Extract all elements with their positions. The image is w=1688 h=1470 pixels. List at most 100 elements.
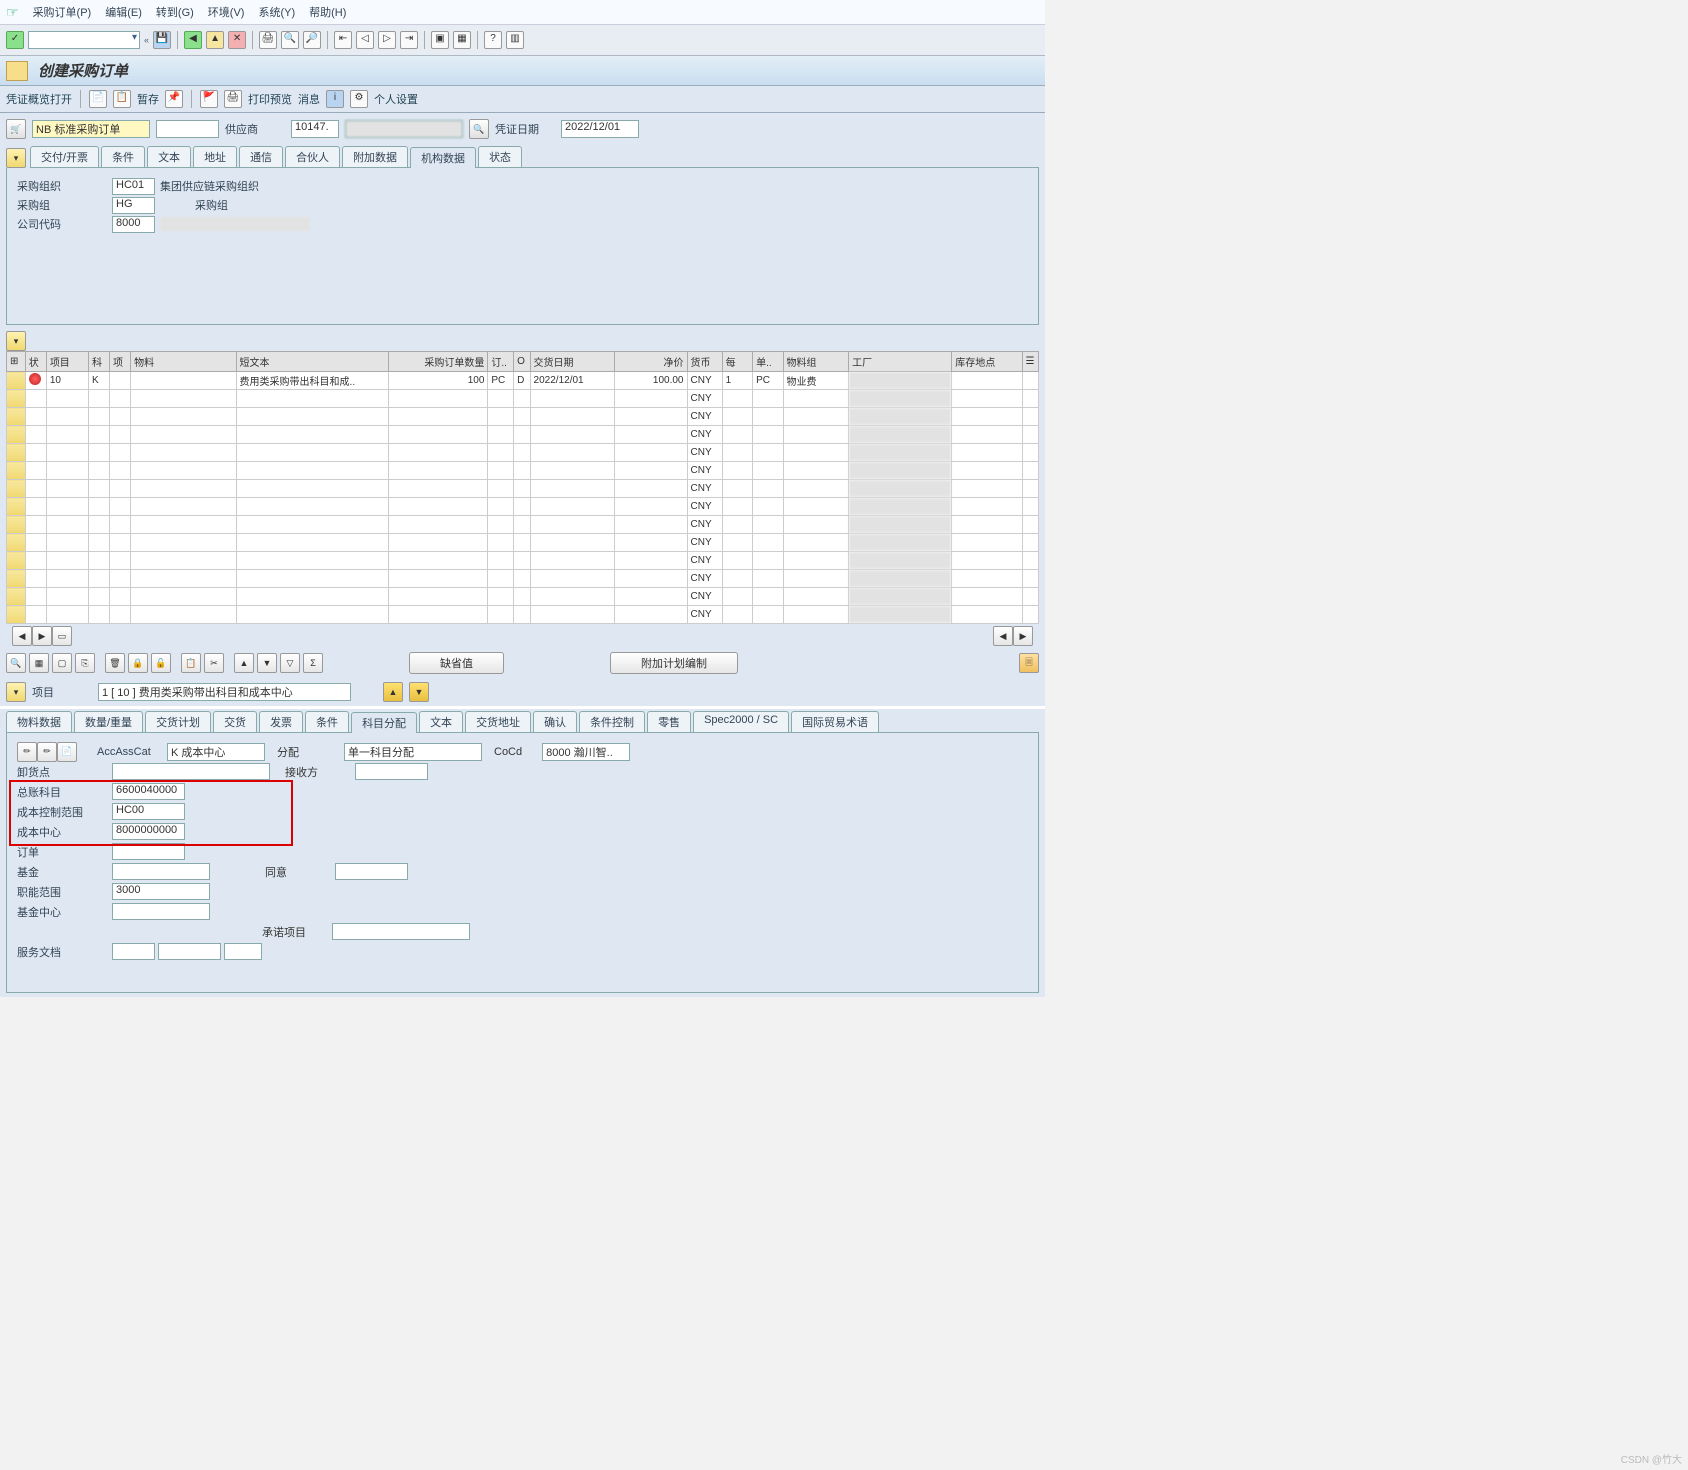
- tab-texts[interactable]: 文本: [147, 146, 191, 167]
- collapse-items-icon[interactable]: ▾: [6, 331, 26, 351]
- func-area-field[interactable]: 3000: [112, 883, 210, 900]
- detail-tab[interactable]: 确认: [533, 711, 577, 732]
- col-select[interactable]: ⊞: [7, 352, 26, 372]
- scroll-home-icon[interactable]: ▭: [52, 626, 72, 646]
- print-preview-icon[interactable]: 🖨: [224, 90, 242, 108]
- sum-icon[interactable]: Σ: [303, 653, 323, 673]
- menu-item[interactable]: 系统(Y): [258, 4, 295, 20]
- agree-field[interactable]: [335, 863, 408, 880]
- messages-button[interactable]: 消息: [298, 91, 320, 107]
- addl-planning-button[interactable]: 附加计划编制: [610, 652, 738, 674]
- table-row[interactable]: CNY: [7, 570, 1039, 588]
- check-icon[interactable]: 🚩: [200, 90, 218, 108]
- cut-icon[interactable]: ✂: [204, 653, 224, 673]
- table-row[interactable]: CNY: [7, 408, 1039, 426]
- distribution-select[interactable]: 单一科目分配: [344, 743, 482, 761]
- item-grid[interactable]: ⊞ 状 项目 科 项 物料 短文本 采购订单数量 订.. O 交货日期 净价 货…: [6, 351, 1039, 624]
- detail-tab[interactable]: 科目分配: [351, 712, 417, 733]
- cocd-select[interactable]: 8000 瀚川智..: [542, 743, 630, 761]
- edit-icon[interactable]: ✏: [17, 742, 37, 762]
- find-next-icon[interactable]: 🔎: [303, 31, 321, 49]
- help-icon[interactable]: ?: [484, 31, 502, 49]
- services-icon[interactable]: 🗏: [1019, 653, 1039, 673]
- new-session-icon[interactable]: ▣: [431, 31, 449, 49]
- personal-settings-button[interactable]: 个人设置: [374, 91, 418, 107]
- scroll-left-icon[interactable]: ◀: [12, 626, 32, 646]
- col-storloc[interactable]: 库存地点: [952, 352, 1022, 372]
- col-per[interactable]: 每: [722, 352, 752, 372]
- fund-field[interactable]: [112, 863, 210, 880]
- tab-conditions[interactable]: 条件: [101, 146, 145, 167]
- info-icon[interactable]: i: [326, 90, 344, 108]
- tab-additional-data[interactable]: 附加数据: [342, 146, 408, 167]
- detail-tab[interactable]: 数量/重量: [74, 711, 143, 732]
- item-next-icon[interactable]: ▼: [409, 682, 429, 702]
- col-o[interactable]: O: [514, 352, 530, 372]
- doc-date-field[interactable]: 2022/12/01: [561, 120, 639, 138]
- col-itemcat[interactable]: 项: [110, 352, 131, 372]
- save-icon[interactable]: 💾: [153, 31, 171, 49]
- tab-address[interactable]: 地址: [193, 146, 237, 167]
- accasscat-select[interactable]: K 成本中心: [167, 743, 265, 761]
- print-preview-button[interactable]: 打印预览: [248, 91, 292, 107]
- layout-icon[interactable]: ▥: [506, 31, 524, 49]
- unload-point-field[interactable]: [112, 763, 270, 780]
- scroll-right-icon[interactable]: ▶: [32, 626, 52, 646]
- detail-tab[interactable]: 发票: [259, 711, 303, 732]
- table-row[interactable]: CNY: [7, 606, 1039, 624]
- item-selector[interactable]: 1 [ 10 ] 费用类采购带出科目和成本中心: [98, 683, 351, 701]
- col-acct[interactable]: 科: [88, 352, 109, 372]
- col-orderunit[interactable]: 单..: [753, 352, 783, 372]
- menu-item[interactable]: 采购订单(P): [33, 4, 92, 20]
- detail-tab[interactable]: 交货地址: [465, 711, 531, 732]
- other-po-icon[interactable]: 📋: [113, 90, 131, 108]
- gl-account-field[interactable]: 6600040000: [112, 783, 185, 800]
- company-field[interactable]: 8000: [112, 216, 155, 233]
- table-row[interactable]: CNY: [7, 588, 1039, 606]
- detail-tab[interactable]: 物料数据: [6, 711, 72, 732]
- enter-icon[interactable]: ✓: [6, 31, 24, 49]
- detail-tab[interactable]: 交货计划: [145, 711, 211, 732]
- table-row[interactable]: CNY: [7, 552, 1039, 570]
- delete-icon[interactable]: 🗑: [105, 653, 125, 673]
- col-plant[interactable]: 工厂: [849, 352, 952, 372]
- table-row[interactable]: CNY: [7, 426, 1039, 444]
- detail-tab[interactable]: 零售: [647, 711, 691, 732]
- exit-icon[interactable]: ▲: [206, 31, 224, 49]
- doc-overview-toggle[interactable]: 凭证概览打开: [6, 91, 72, 107]
- col-shorttext[interactable]: 短文本: [236, 352, 388, 372]
- lock-icon[interactable]: 🔒: [128, 653, 148, 673]
- menu-item[interactable]: 帮助(H): [309, 4, 346, 20]
- table-row[interactable]: CNY: [7, 444, 1039, 462]
- table-row[interactable]: 10K费用类采购带出科目和成..100PCD2022/12/01100.00CN…: [7, 372, 1039, 390]
- expand-icon[interactable]: «: [144, 35, 149, 45]
- tab-partners[interactable]: 合伙人: [285, 146, 340, 167]
- print-icon[interactable]: 🖨: [259, 31, 277, 49]
- sort-asc-icon[interactable]: ▲: [234, 653, 254, 673]
- service-doc-field3[interactable]: [224, 943, 262, 960]
- table-row[interactable]: CNY: [7, 498, 1039, 516]
- table-row[interactable]: CNY: [7, 462, 1039, 480]
- fund-center-field[interactable]: [112, 903, 210, 920]
- vendor-search-icon[interactable]: 🔍: [469, 119, 489, 139]
- menu-item[interactable]: 环境(V): [208, 4, 245, 20]
- purch-grp-field[interactable]: HG: [112, 197, 155, 214]
- detail-tab[interactable]: 交货: [213, 711, 257, 732]
- detail-tab[interactable]: 条件控制: [579, 711, 645, 732]
- collapse-detail-icon[interactable]: ▾: [6, 682, 26, 702]
- create-icon[interactable]: 📄: [89, 90, 107, 108]
- item-prev-icon[interactable]: ▲: [383, 682, 403, 702]
- find-icon[interactable]: 🔍: [281, 31, 299, 49]
- detail-tab[interactable]: 条件: [305, 711, 349, 732]
- col-material[interactable]: 物料: [131, 352, 236, 372]
- tab-status[interactable]: 状态: [478, 146, 522, 167]
- vendor-field[interactable]: 10147.: [291, 120, 339, 138]
- back-icon[interactable]: ◀: [184, 31, 202, 49]
- select-all-icon[interactable]: ▦: [29, 653, 49, 673]
- service-doc-field2[interactable]: [158, 943, 221, 960]
- prev-page-icon[interactable]: ◁: [356, 31, 374, 49]
- col-status[interactable]: 状: [25, 352, 46, 372]
- next-page-icon[interactable]: ▷: [378, 31, 396, 49]
- deselect-icon[interactable]: ▢: [52, 653, 72, 673]
- col-netprice[interactable]: 净价: [614, 352, 687, 372]
